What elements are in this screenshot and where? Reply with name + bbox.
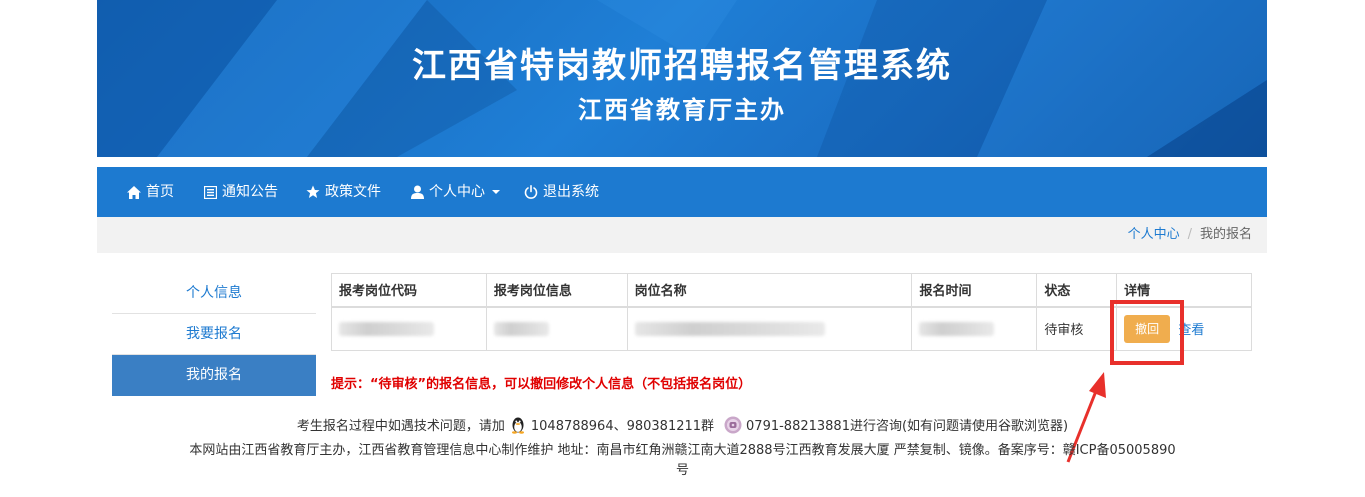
nav-policy-label: 政策文件: [325, 184, 381, 200]
nav-logout-label: 退出系统: [543, 184, 599, 200]
column-header-status: 状态: [1036, 273, 1118, 308]
system-subtitle: 江西省教育厅主办: [578, 96, 786, 124]
side-item-my-applications[interactable]: 我的报名: [112, 355, 316, 396]
nav-notice[interactable]: 通知公告: [203, 167, 278, 217]
column-header-position-info: 报考岗位信息: [485, 273, 628, 308]
qq-penguin-icon: [509, 416, 527, 434]
cell-status: 待审核: [1036, 306, 1118, 351]
star-icon: [306, 185, 320, 199]
column-header-apply-time: 报名时间: [911, 273, 1038, 308]
footer-phone: 0791-88213881进行咨询(如有问题请使用谷歌浏览器): [746, 419, 1069, 434]
page: 江西省特岗教师招聘报名管理系统 江西省教育厅主办 首页 通知公告 政策文件 个人…: [0, 0, 1365, 497]
breadcrumb-separator: /: [1187, 227, 1192, 242]
system-title: 江西省特岗教师招聘报名管理系统: [412, 46, 952, 86]
annotation-highlight-box: [1110, 300, 1184, 365]
nav-logout[interactable]: 退出系统: [524, 167, 599, 217]
home-icon: [127, 185, 141, 199]
main-nav: 首页 通知公告 政策文件 个人中心 退出系统: [97, 167, 1267, 217]
list-icon: [203, 185, 217, 199]
breadcrumb-current: 我的报名: [1199, 227, 1252, 242]
redacted-text: [919, 321, 995, 336]
column-header-position-code: 报考岗位代码: [331, 273, 487, 308]
side-item-personal-info[interactable]: 个人信息: [112, 273, 316, 314]
header-banner: 江西省特岗教师招聘报名管理系统 江西省教育厅主办: [97, 0, 1267, 157]
nav-home-label: 首页: [146, 184, 174, 200]
phone-icon: [724, 416, 742, 434]
nav-policy[interactable]: 政策文件: [306, 167, 381, 217]
breadcrumb-personal-center[interactable]: 个人中心: [1128, 217, 1180, 253]
user-icon: [410, 185, 424, 199]
footer-support-line: 考生报名过程中如遇技术问题，请加 1048788964、980381211群 0…: [0, 415, 1365, 434]
cell-position-name: [626, 306, 913, 351]
side-menu: 个人信息 我要报名 我的报名: [112, 273, 316, 396]
nav-home[interactable]: 首页: [127, 167, 174, 217]
nav-personal-center-label: 个人中心: [429, 184, 485, 200]
redacted-text: [339, 321, 434, 336]
chevron-down-icon: [492, 190, 500, 194]
nav-notice-label: 通知公告: [222, 184, 278, 200]
breadcrumb: 个人中心 / 我的报名: [97, 217, 1267, 253]
footer-copyright: 本网站由江西省教育厅主办，江西省教育管理信息中心制作维护 地址：南昌市红角洲赣江…: [189, 443, 1176, 478]
hint-text: 提示：“待审核”的报名信息，可以撤回修改个人信息（不包括报名岗位）: [331, 377, 752, 392]
nav-personal-center[interactable]: 个人中心: [410, 167, 500, 217]
footer-support-prefix: 考生报名过程中如遇技术问题，请加: [296, 419, 505, 434]
power-icon: [524, 185, 538, 199]
column-header-position-name: 岗位名称: [626, 273, 913, 308]
cell-position-info: [485, 306, 628, 351]
footer-qq-numbers: 1048788964、980381211群: [530, 419, 715, 434]
cell-position-code: [331, 306, 487, 351]
side-item-apply[interactable]: 我要报名: [112, 314, 316, 355]
redacted-text: [634, 321, 825, 336]
redacted-text: [493, 321, 549, 336]
cell-apply-time: [911, 306, 1038, 351]
